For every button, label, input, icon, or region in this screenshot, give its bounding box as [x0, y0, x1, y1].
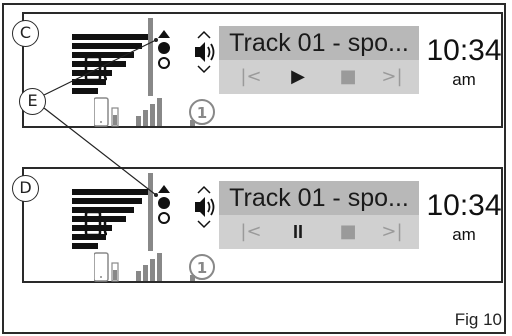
clock-time: 10:34: [426, 189, 502, 222]
phone-battery-icon: [94, 97, 119, 127]
play-button[interactable]: ▶: [286, 66, 310, 88]
clock-time: 10:34: [426, 34, 502, 67]
stop-button[interactable]: ■: [336, 66, 360, 88]
stop-button[interactable]: ■: [336, 221, 360, 243]
divider: [148, 173, 153, 251]
track-title: Track 01 - spo...: [229, 184, 409, 212]
track-title: Track 01 - spo...: [229, 29, 409, 57]
svg-text:1: 1: [197, 104, 207, 122]
fuel-pump-icon: [84, 55, 108, 82]
volume-control-icon[interactable]: [192, 28, 218, 78]
roadside-assistance-icon: 1: [189, 254, 215, 281]
callout-d: D: [12, 175, 39, 202]
status-icons: 1: [94, 252, 215, 282]
next-track-button[interactable]: >|: [380, 221, 404, 243]
previous-track-button[interactable]: |<: [239, 66, 263, 88]
volume-control-icon[interactable]: [192, 183, 218, 233]
divider: [148, 18, 153, 96]
clock-ampm: am: [452, 225, 476, 244]
signal-strength-icon: [136, 253, 162, 281]
svg-text:1: 1: [197, 259, 207, 277]
previous-track-button[interactable]: |<: [239, 221, 263, 243]
callout-c: C: [12, 20, 39, 47]
signal-strength-icon: [136, 98, 162, 126]
phone-battery-icon: [94, 252, 119, 282]
radio-display-playing: Track 01 - spo... |< ▶ ■ >| 10:34 am 1: [22, 12, 503, 128]
figure: C Track 01 - spo... |< ▶ ■ >| 10:34 am 1…: [0, 0, 512, 336]
radio-display-paused: Track 01 - spo... |< II ■ >| 10:34 am 1: [22, 167, 503, 283]
clock-ampm: am: [452, 70, 476, 89]
roadside-assistance-icon: 1: [189, 99, 215, 126]
next-track-button[interactable]: >|: [380, 66, 404, 88]
status-icons: 1: [94, 97, 215, 127]
source-selector-icon[interactable]: [154, 183, 174, 227]
pause-button[interactable]: II: [286, 221, 310, 243]
callout-e: E: [19, 88, 46, 115]
fuel-pump-icon: [84, 210, 108, 237]
figure-label: Fig 10: [454, 310, 502, 329]
source-selector-icon[interactable]: [154, 28, 174, 72]
